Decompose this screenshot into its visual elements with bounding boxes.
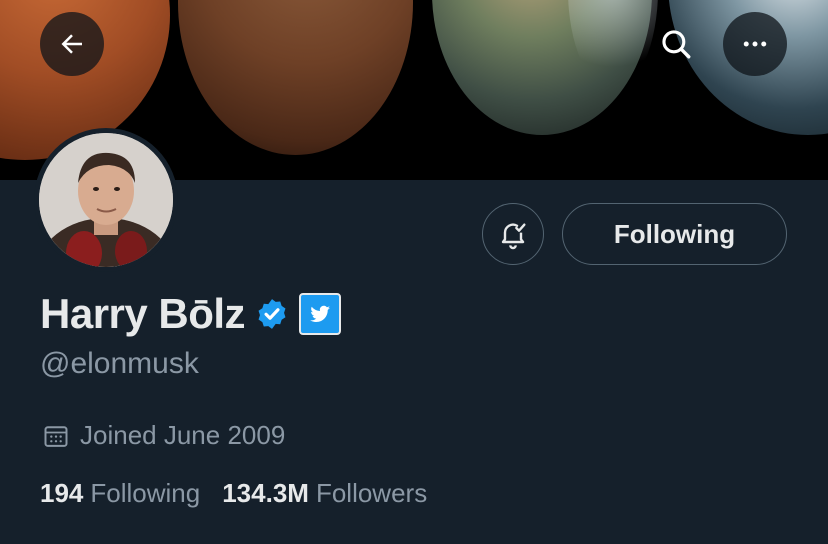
display-name: Harry Bōlz — [40, 290, 246, 337]
twitter-bird-icon — [310, 305, 331, 323]
profile-stats: 194 Following 134.3M Followers — [40, 478, 427, 509]
user-handle: @elonmusk — [40, 347, 199, 380]
joined-date: Joined June 2009 — [42, 420, 285, 451]
arrow-left-icon — [61, 34, 82, 54]
verified-badge-icon[interactable] — [255, 297, 289, 331]
affiliation-badge[interactable] — [299, 293, 342, 335]
followers-stat[interactable]: 134.3M Followers — [222, 478, 427, 509]
banner-planet-2 — [178, 0, 413, 155]
following-count: 194 — [40, 478, 84, 508]
followers-count: 134.3M — [222, 478, 309, 508]
bell-check-icon — [501, 223, 526, 250]
following-stat[interactable]: 194 Following — [40, 478, 200, 509]
banner-planet-3 — [432, 0, 658, 135]
more-horizontal-icon — [743, 41, 767, 47]
followers-label: Followers — [315, 478, 428, 508]
calendar-icon — [44, 425, 68, 447]
joined-text: Joined June 2009 — [80, 420, 286, 450]
notifications-button[interactable] — [482, 203, 544, 265]
back-button[interactable] — [40, 12, 104, 76]
search-icon — [662, 30, 691, 59]
following-button[interactable]: Following — [562, 203, 787, 265]
avatar-photo — [39, 133, 173, 267]
more-button[interactable] — [723, 12, 787, 76]
following-label: Following — [90, 478, 201, 508]
avatar[interactable] — [34, 128, 178, 272]
name-row: Harry Bōlz — [40, 290, 342, 338]
search-button[interactable] — [644, 12, 708, 76]
